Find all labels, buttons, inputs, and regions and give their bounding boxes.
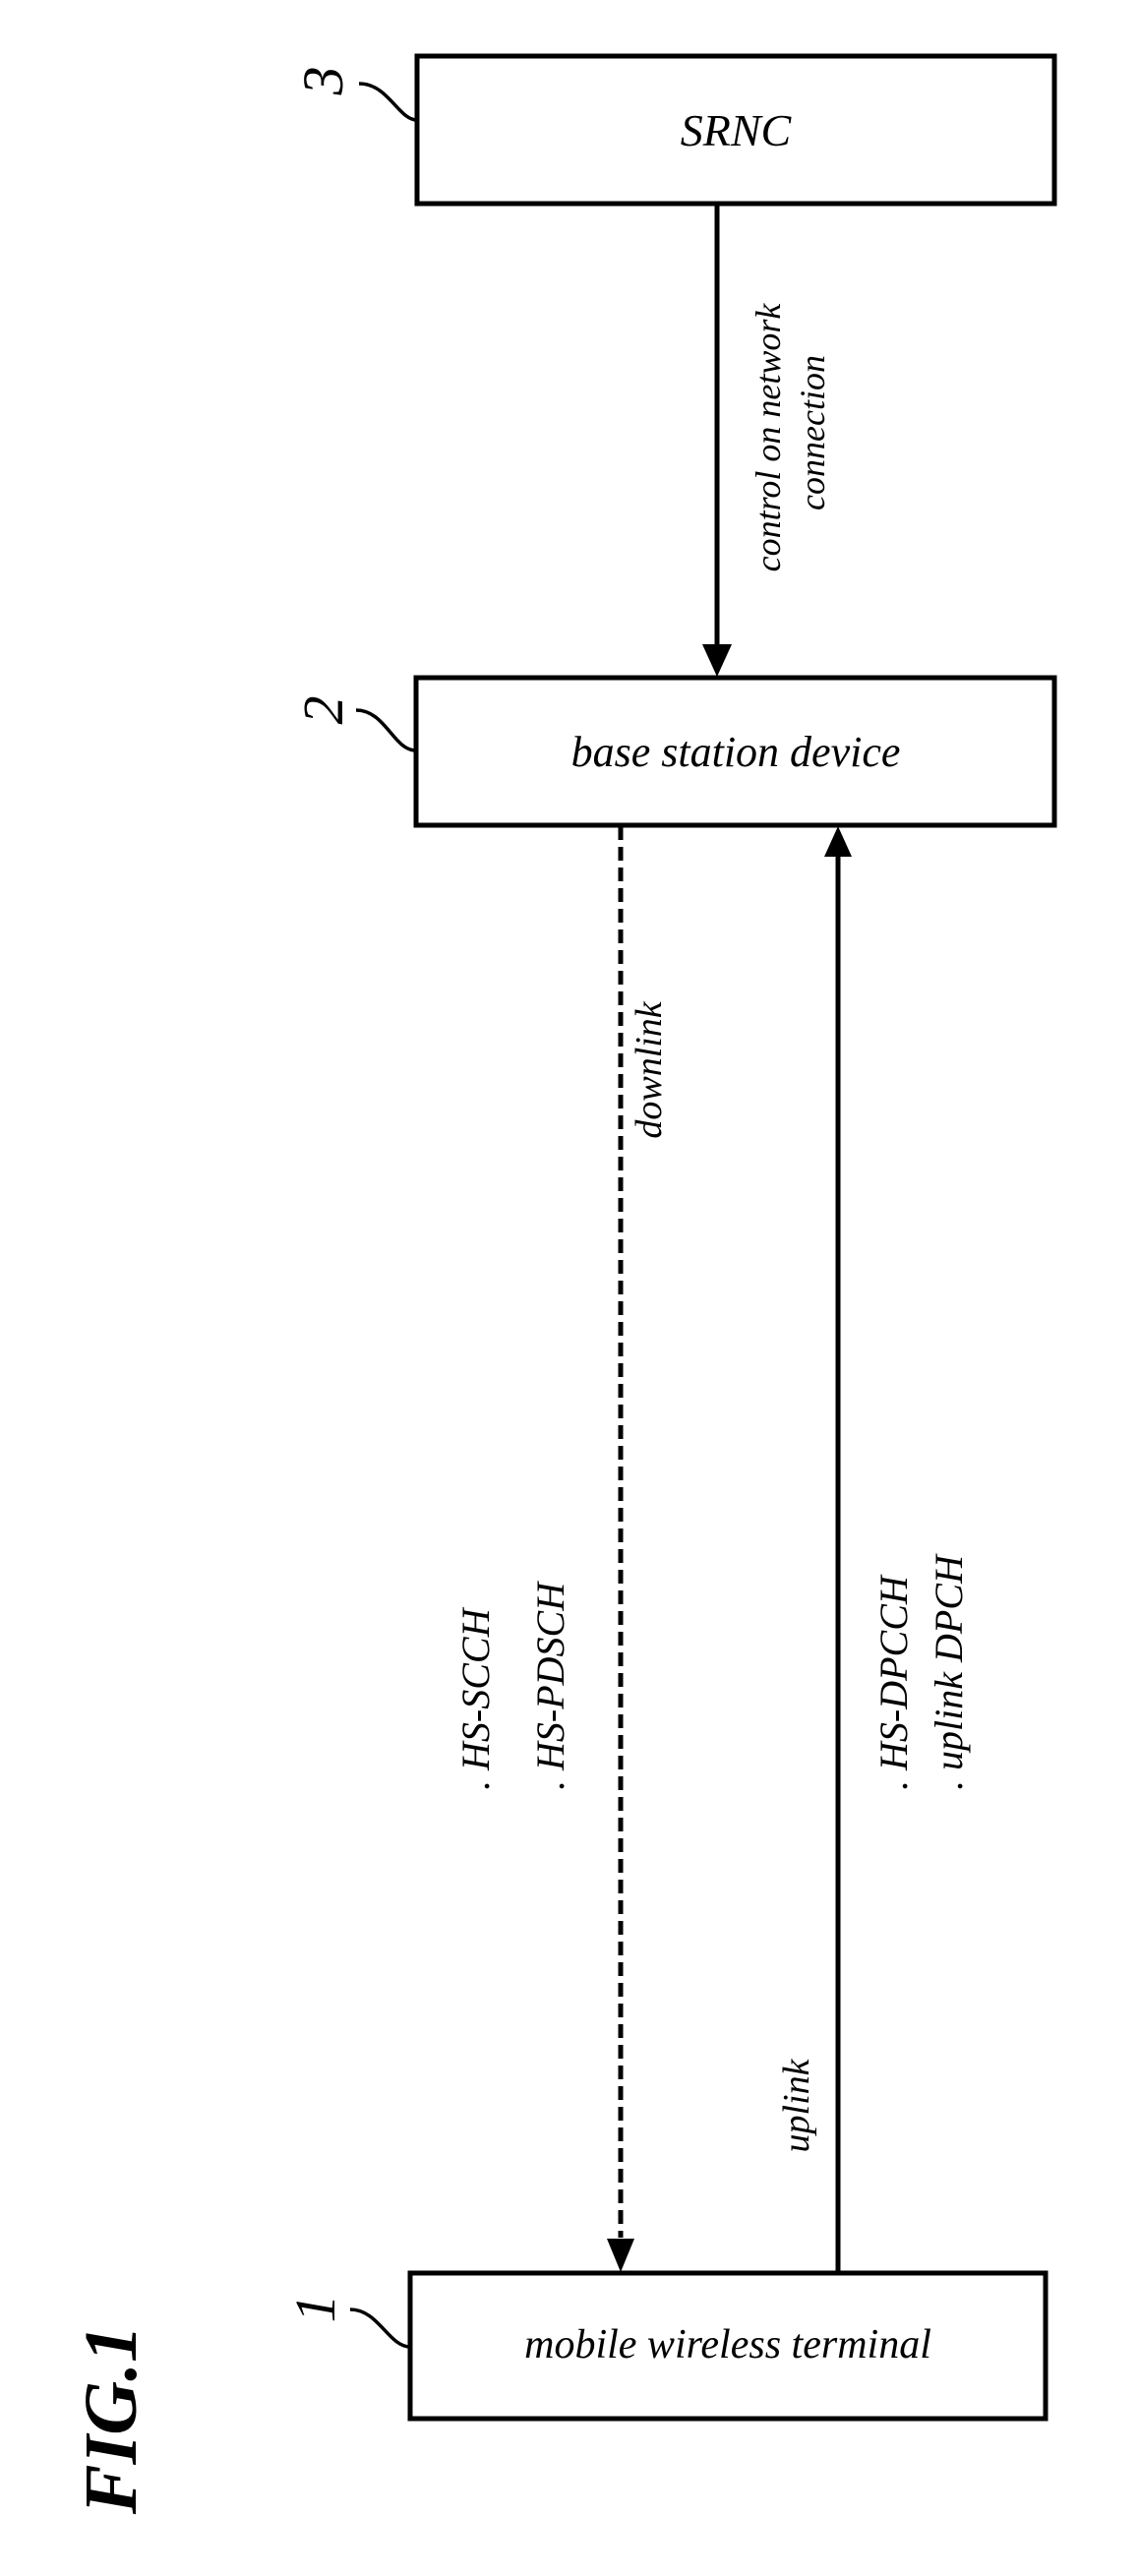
mobile-terminal-label: mobile wireless terminal [524,2322,931,2367]
mobile-terminal-node: mobile wireless terminal [407,2270,1049,2422]
srnc-label: SRNC [681,105,793,155]
downlink-channel-hs-scch: . HS-SCCH [453,1606,498,1790]
downlink-channel-hs-pdsch: . HS-PDSCH [528,1581,572,1790]
uplink-label: uplink [776,2058,817,2152]
diagram-canvas: SRNC 3 control on network connection bas… [70,53,1057,2515]
figure-label: FIG.1 [70,2325,152,2515]
srnc-ref-number: 3 [291,67,355,96]
srnc-leader-line [358,82,418,122]
base-station-ref-number: 2 [291,696,355,725]
base-station-node: base station device [413,675,1057,828]
mobile-terminal-ref-number: 1 [283,2295,347,2323]
uplink-channel-uplink-dpch: . uplink DPCH [927,1553,971,1790]
uplink-channel-hs-dpcch: . HS-DPCCH [871,1574,916,1790]
base-station-label: base station device [571,728,901,776]
control-link-label-1: control on network [749,303,788,572]
downlink-arrowhead-down [607,2239,634,2272]
downlink-label: downlink [629,1000,670,1138]
base-station-leader-line [355,708,417,752]
srnc-node: SRNC [414,53,1057,207]
control-link-label-2: connection [793,355,832,510]
mobile-terminal-leader-line [349,2307,411,2349]
uplink-arrowhead-up [824,826,852,857]
control-arrowhead-down [702,644,732,677]
